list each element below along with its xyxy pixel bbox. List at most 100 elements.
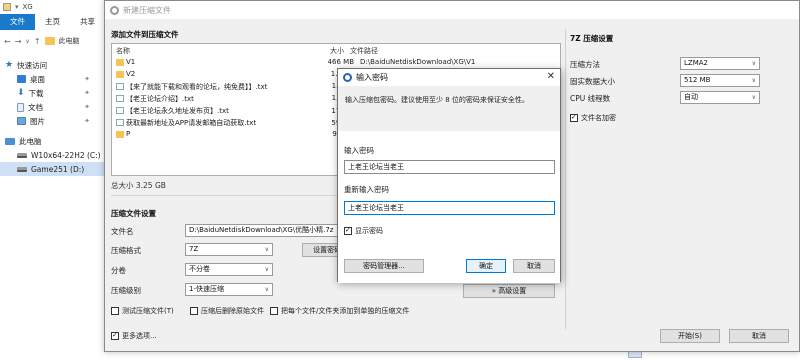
- explorer-title: XG: [22, 3, 33, 11]
- checkbox-box: [111, 307, 119, 315]
- chevron-down-icon: ∨: [751, 94, 756, 101]
- password-dialog: 输入密码 ✕ 输入压缩包密码。建议使用至少 8 位的密码来保证安全性。 输入密码…: [337, 68, 561, 283]
- cpu-threads-select-value: 自动: [684, 93, 698, 101]
- nav-item-pictures[interactable]: 图片 ✦: [0, 114, 104, 128]
- confirm-password-input[interactable]: 上老王论坛当老王: [344, 201, 555, 215]
- checkbox-box: [190, 307, 198, 315]
- password-manager-button[interactable]: 密码管理器...: [344, 259, 424, 273]
- checkbox-box: [111, 331, 119, 340]
- nav-item-quick-access[interactable]: ★ 快速访问: [0, 58, 104, 72]
- close-icon[interactable]: ✕: [547, 71, 555, 82]
- split-label: 分卷: [111, 266, 126, 275]
- nav-item-drive-c[interactable]: W10x64-22H2 (C:): [0, 148, 104, 162]
- cpu-threads-label: CPU 线程数: [570, 94, 611, 103]
- ribbon-tab-home[interactable]: 主页: [35, 14, 70, 30]
- pin-icon: ✦: [84, 75, 90, 83]
- method-label: 压缩方法: [570, 60, 600, 69]
- split-select[interactable]: 不分卷 ∨: [185, 263, 273, 276]
- address-segment[interactable]: 此电脑: [59, 36, 80, 46]
- solid-size-select[interactable]: 512 MB ∨: [680, 74, 760, 87]
- cancel-button[interactable]: 取消: [729, 329, 789, 343]
- nav-item-documents[interactable]: 文档 ✦: [0, 100, 104, 114]
- ok-button[interactable]: 确定: [466, 259, 506, 273]
- solid-size-label: 固实数据大小: [570, 77, 615, 86]
- split-select-value: 不分卷: [189, 265, 210, 273]
- text-file-icon: [116, 119, 124, 126]
- nav-item-drive-d[interactable]: Game251 (D:): [0, 162, 104, 176]
- checkbox-box: [570, 113, 578, 122]
- nav-item-label: 快速访问: [17, 60, 48, 70]
- checkbox-box: [344, 226, 352, 235]
- settings-section-title: 压缩文件设置: [111, 209, 156, 218]
- format-select[interactable]: 7Z ∨: [185, 243, 273, 256]
- nav-item-label: 桌面: [30, 74, 45, 84]
- text-file-icon: [116, 83, 124, 90]
- column-header-name[interactable]: 名称: [116, 46, 130, 56]
- file-path: D:\BaiduNetdiskDownload\XG\V1: [360, 58, 476, 66]
- back-arrow-icon[interactable]: ←: [4, 37, 11, 46]
- folder-icon: [116, 59, 124, 66]
- solid-size-select-value: 512 MB: [684, 76, 711, 84]
- chevron-down-icon: ∨: [264, 286, 269, 293]
- test-archive-checkbox[interactable]: 测试压缩文件(T): [111, 306, 174, 316]
- column-header-path[interactable]: 文件路径: [350, 46, 378, 56]
- computer-icon: [5, 137, 15, 145]
- nav-item-label: W10x64-22H2 (C:): [31, 150, 101, 160]
- password-dialog-title: 输入密码: [356, 73, 388, 82]
- advanced-settings-button[interactable]: » 高级设置: [463, 284, 555, 298]
- filename-label: 文件名: [111, 227, 134, 236]
- download-arrow-icon: ⬇: [17, 87, 25, 98]
- navigation-pane: ★ 快速访问 桌面 ✦ ⬇ 下载 ✦ 文档 ✦ 图片 ✦ 此电脑 W10x64-…: [0, 58, 104, 176]
- recent-chevron-icon[interactable]: ∨: [25, 38, 29, 45]
- address-bar: ← → ∨ ↑ 此电脑: [0, 32, 105, 50]
- password-hint-text: 输入压缩包密码。建议使用至少 8 位的密码来保证安全性。: [345, 96, 529, 104]
- format-select-value: 7Z: [189, 245, 199, 253]
- table-row[interactable]: V1 466 MB D:\BaiduNetdiskDownload\XG\V1: [112, 57, 560, 69]
- nav-item-this-pc[interactable]: 此电脑: [0, 134, 104, 148]
- password-label: 输入密码: [344, 146, 374, 155]
- folder-icon: [3, 3, 11, 11]
- start-button[interactable]: 开始(S): [660, 329, 720, 343]
- nav-item-label: 文档: [28, 102, 43, 112]
- separate-archives-checkbox[interactable]: 把每个文件/文件夹添加到单独的压缩文件: [270, 306, 409, 316]
- method-select[interactable]: LZMA2 ∨: [680, 57, 760, 70]
- file-size: 466 MB: [327, 58, 354, 66]
- encrypt-filenames-checkbox[interactable]: 文件名加密: [570, 113, 616, 123]
- folder-icon: [116, 71, 124, 78]
- nav-item-label: 此电脑: [19, 136, 42, 146]
- level-select[interactable]: 1-快速压缩 ∨: [185, 283, 273, 296]
- more-options-checkbox[interactable]: 更多选项...: [111, 331, 157, 341]
- chevron-down-icon: ∨: [264, 266, 269, 273]
- drive-icon: [17, 166, 27, 172]
- nav-item-desktop[interactable]: 桌面 ✦: [0, 72, 104, 86]
- level-label: 压缩级别: [111, 286, 141, 295]
- total-size-text: 总大小 3.25 GB: [111, 181, 166, 190]
- pin-icon: ✦: [84, 117, 90, 125]
- password-dialog-titlebar: 输入密码 ✕: [338, 69, 560, 86]
- app-icon: [110, 5, 119, 15]
- nav-item-downloads[interactable]: ⬇ 下载 ✦: [0, 86, 104, 100]
- ribbon-tab-share[interactable]: 共享: [70, 14, 105, 30]
- quick-access-toolbar-icon[interactable]: ▾: [15, 3, 19, 11]
- column-header-size[interactable]: 大小: [330, 46, 344, 56]
- chevron-down-icon: ∨: [751, 77, 756, 84]
- file-name: 【老王论坛介绍】.txt: [126, 95, 194, 103]
- delete-after-checkbox[interactable]: 压缩后删除原始文件: [190, 306, 264, 316]
- up-arrow-icon[interactable]: ↑: [34, 37, 41, 46]
- ribbon-tab-file[interactable]: 文件: [0, 14, 35, 30]
- document-icon: [17, 102, 24, 112]
- show-password-checkbox[interactable]: 显示密码: [344, 226, 383, 236]
- text-file-icon: [116, 107, 124, 114]
- checkbox-label: 更多选项...: [122, 332, 157, 340]
- password-panel: 输入密码 上老王论坛当老王 重新输入密码 上老王论坛当老王 显示密码 密码管理器…: [338, 131, 560, 283]
- folder-icon: [116, 131, 124, 138]
- cpu-threads-select[interactable]: 自动 ∨: [680, 91, 760, 104]
- method-select-value: LZMA2: [684, 59, 708, 67]
- confirm-password-label: 重新输入密码: [344, 185, 389, 194]
- table-header: 名称 大小 文件路径: [112, 44, 560, 56]
- checkbox-label: 压缩后删除原始文件: [201, 307, 264, 315]
- forward-arrow-icon[interactable]: →: [15, 37, 22, 46]
- checkbox-label: 测试压缩文件(T): [122, 307, 174, 315]
- password-input[interactable]: 上老王论坛当老王: [344, 160, 555, 174]
- cancel-button[interactable]: 取消: [513, 259, 555, 273]
